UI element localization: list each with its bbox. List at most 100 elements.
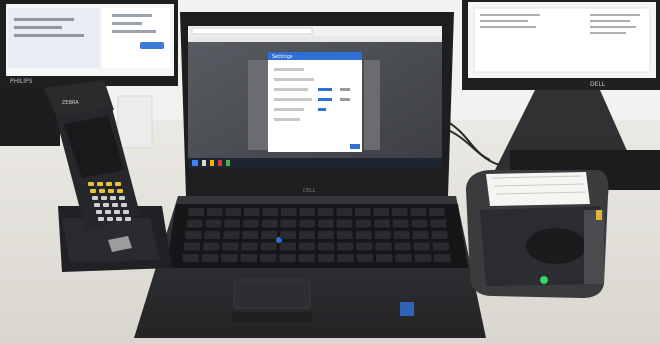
keyboard-key bbox=[224, 219, 241, 228]
keyboard-key bbox=[299, 208, 315, 216]
keyboard-key bbox=[376, 254, 393, 262]
keyboard-key bbox=[184, 242, 201, 251]
keyboard-key bbox=[337, 254, 354, 262]
keyboard-key bbox=[261, 219, 278, 228]
keyboard-key bbox=[394, 242, 411, 251]
keyboard-key bbox=[374, 219, 390, 228]
keyboard-key bbox=[318, 208, 334, 216]
keyboard-key bbox=[281, 208, 297, 216]
keyboard-key bbox=[243, 219, 259, 228]
keyboard-key bbox=[432, 242, 449, 251]
keyboard-key bbox=[336, 219, 353, 228]
keyboard-key bbox=[318, 254, 335, 262]
keyboard-key bbox=[356, 254, 374, 262]
scanner-key bbox=[116, 217, 122, 221]
keyboard-key bbox=[280, 219, 297, 228]
mobile-printer bbox=[466, 170, 609, 298]
keyboard-key bbox=[336, 231, 353, 239]
keyboard-key bbox=[207, 208, 223, 216]
keyboard-key bbox=[201, 254, 219, 262]
left-monitor-brand: PHILIPS bbox=[10, 78, 33, 85]
keyboard-key bbox=[318, 231, 334, 239]
scanner-key bbox=[115, 182, 121, 186]
keyboard-key bbox=[375, 242, 392, 251]
scanner-key bbox=[101, 196, 107, 200]
dialog-title: Settings bbox=[272, 54, 293, 60]
keyboard-key bbox=[395, 254, 412, 262]
keyboard-key bbox=[187, 219, 203, 228]
scanner-key bbox=[110, 196, 116, 200]
keyboard-key bbox=[205, 219, 222, 228]
keyboard-key bbox=[318, 219, 334, 228]
keyboard-key bbox=[355, 219, 372, 228]
keyboard-key bbox=[299, 219, 315, 228]
keyboard-key bbox=[260, 242, 277, 251]
scanner-key bbox=[88, 182, 94, 186]
keyboard-key bbox=[222, 242, 239, 251]
keyboard-key bbox=[412, 231, 429, 239]
keyboard-key bbox=[298, 242, 315, 251]
keyboard-key bbox=[188, 208, 204, 216]
keyboard-key bbox=[414, 254, 432, 262]
scanner-key bbox=[98, 217, 104, 221]
keyboard-key bbox=[221, 254, 238, 262]
keyboard-key bbox=[299, 231, 315, 239]
scanner-key bbox=[107, 217, 113, 221]
keyboard-key bbox=[259, 254, 277, 262]
keyboard-key bbox=[429, 208, 445, 216]
keyboard-key bbox=[337, 242, 354, 251]
scanner-key bbox=[97, 182, 103, 186]
keyboard-key bbox=[298, 254, 315, 262]
keyboard-key bbox=[355, 231, 372, 239]
scanner-key bbox=[108, 189, 114, 193]
keyboard-key bbox=[356, 242, 373, 251]
keyboard-key bbox=[393, 231, 410, 239]
keyboard-key bbox=[223, 231, 240, 239]
scanner-key bbox=[112, 203, 118, 207]
keyboard-key bbox=[355, 208, 371, 216]
keyboard-key bbox=[410, 208, 426, 216]
scanner-key bbox=[92, 196, 98, 200]
laptop-base bbox=[134, 196, 486, 338]
scanner-key bbox=[99, 189, 105, 193]
scanner-key bbox=[96, 210, 102, 214]
settings-dialog bbox=[268, 52, 362, 152]
keyboard-key bbox=[411, 219, 428, 228]
scanner-key bbox=[123, 210, 129, 214]
keyboard-key bbox=[279, 242, 296, 251]
keyboard-key bbox=[413, 242, 430, 251]
scanner-key bbox=[103, 203, 109, 207]
right-monitor-brand: DELL bbox=[590, 81, 606, 88]
keyboard-key bbox=[240, 254, 257, 262]
keyboard-key bbox=[244, 208, 260, 216]
scanner-key bbox=[121, 203, 127, 207]
laptop-screen: Settings DELL bbox=[180, 12, 454, 196]
scanner-key bbox=[125, 217, 131, 221]
keyboard-key bbox=[279, 254, 296, 262]
keyboard-key bbox=[225, 208, 241, 216]
keyboard-key bbox=[373, 208, 389, 216]
keyboard-key bbox=[262, 208, 278, 216]
laptop-brand: DELL bbox=[303, 188, 316, 194]
keyboard-key bbox=[182, 254, 199, 262]
scene: PHILIPS DELL Settings DELL ZEBRA bbox=[0, 0, 660, 344]
scanner-key bbox=[106, 182, 112, 186]
keyboard-key bbox=[261, 231, 278, 239]
keyboard-key bbox=[204, 231, 221, 239]
keyboard-key bbox=[431, 231, 448, 239]
keyboard-key bbox=[185, 231, 202, 239]
keyboard-key bbox=[392, 208, 408, 216]
keyboard-key bbox=[318, 242, 335, 251]
keyboard-key bbox=[374, 231, 391, 239]
keyboard-key bbox=[280, 231, 296, 239]
scanner-key bbox=[119, 196, 125, 200]
scanner-brand: ZEBRA bbox=[62, 100, 79, 106]
keyboard-key bbox=[392, 219, 409, 228]
keyboard-key bbox=[430, 219, 446, 228]
keyboard-key bbox=[203, 242, 220, 251]
scanner-key bbox=[90, 189, 96, 193]
keyboard-key bbox=[434, 254, 451, 262]
scanner-key bbox=[117, 189, 123, 193]
scanner-key bbox=[94, 203, 100, 207]
scanner-key bbox=[105, 210, 111, 214]
